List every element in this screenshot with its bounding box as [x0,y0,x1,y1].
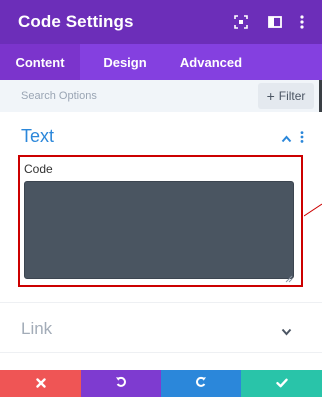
save-button[interactable] [241,370,322,397]
plus-icon: + [266,88,275,104]
tab-content[interactable]: Content [0,44,80,80]
expand-icon[interactable] [230,11,252,33]
section-link[interactable]: Link [0,303,322,353]
more-vertical-icon[interactable] [291,11,313,33]
cancel-button[interactable] [0,370,81,397]
pointer-line [303,203,322,217]
sidebar-icon[interactable] [264,11,286,33]
divider [0,352,322,353]
redo-icon [195,375,207,393]
titlebar: Code Settings [0,0,322,44]
filter-button[interactable]: + Filter [258,83,314,109]
tab-advanced[interactable]: Advanced [170,44,252,80]
tab-design[interactable]: Design [80,44,170,80]
chevron-up-icon[interactable] [281,130,292,148]
close-icon [35,375,46,393]
section-link-title: Link [21,319,53,338]
panel-title: Code Settings [18,12,134,31]
resize-grip-icon[interactable] [285,270,293,283]
filter-label: Filter [278,89,306,103]
search-row: + Filter [0,80,322,112]
chevron-down-icon [281,323,292,341]
undo-icon [115,375,127,393]
redo-button[interactable] [161,370,241,397]
section-more-icon[interactable] [300,130,304,148]
undo-button[interactable] [81,370,161,397]
action-bar [0,370,322,397]
tab-bar: Content Design Advanced [0,44,322,80]
code-label: Code [24,162,53,176]
check-icon [275,375,288,393]
search-input[interactable] [0,80,252,112]
code-settings-panel: Code Settings Content Design Advanced Se… [0,0,322,397]
section-text-title[interactable]: Text [21,126,54,147]
code-textarea[interactable] [24,181,294,279]
